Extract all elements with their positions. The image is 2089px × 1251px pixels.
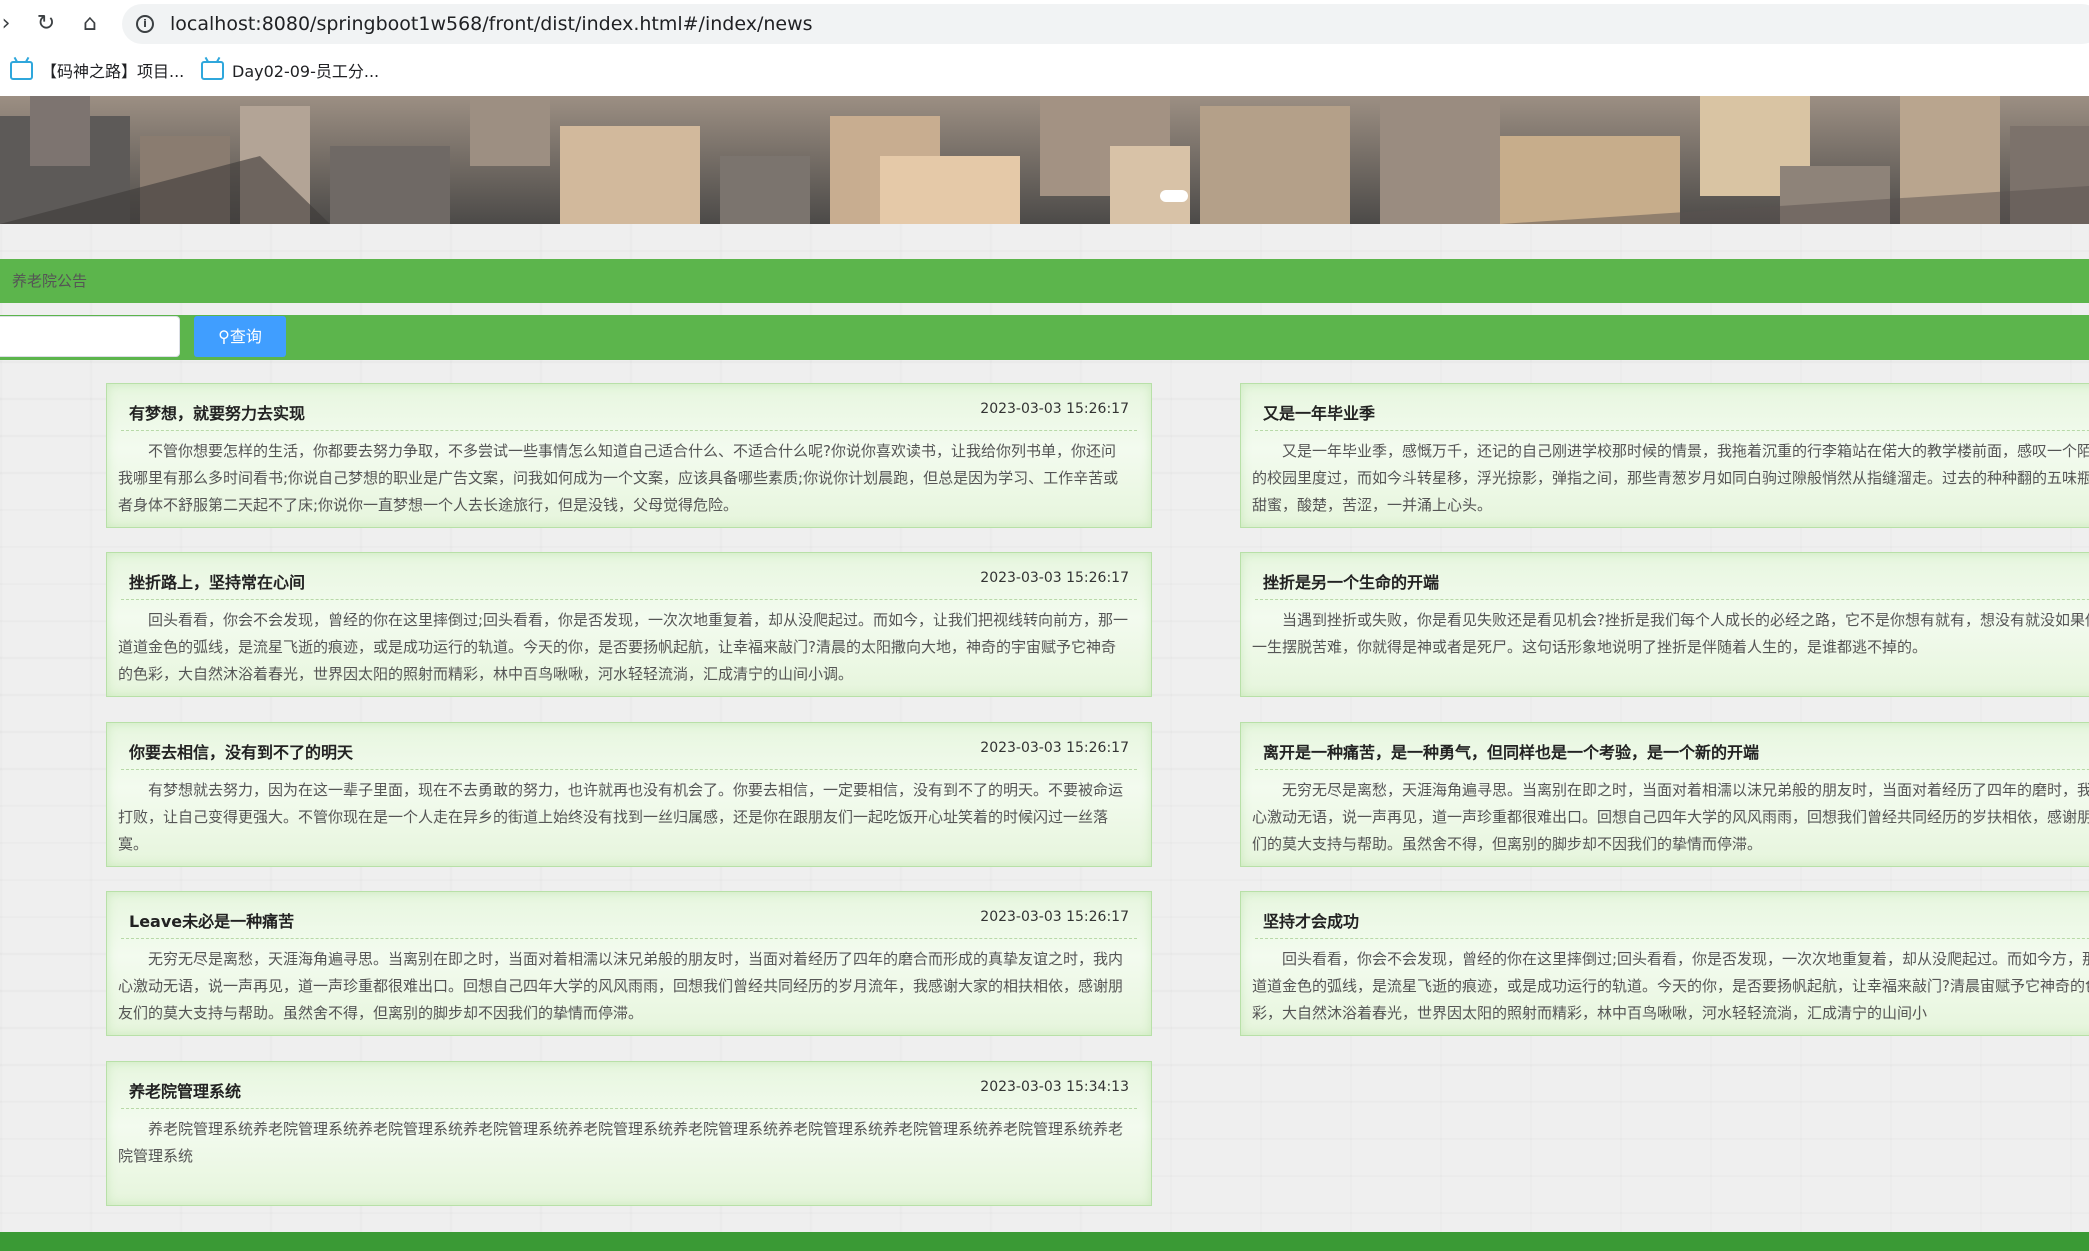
info-icon[interactable]: i	[136, 15, 154, 33]
bookmark-label: 【码神之路】项目...	[41, 62, 185, 81]
news-card[interactable]: 挫折是另一个生命的开端 当遇到挫折或失败，你是看见失败还是看见机会?挫折是我们每…	[1240, 552, 2089, 697]
browser-toolbar: › ↻ ⌂ i localhost:8080/springboot1w568/f…	[0, 0, 2089, 48]
back-icon[interactable]: ›	[0, 10, 20, 38]
search-button-label: 查询	[229, 327, 262, 346]
bilibili-icon	[10, 61, 33, 80]
news-content: 回头看看，你会不会发现，曾经的你在这里摔倒过;回头看看，你是否发现，一次次地重复…	[1252, 950, 2089, 1022]
news-title[interactable]: 挫折是另一个生命的开端	[1263, 569, 1439, 593]
divider	[121, 1108, 1137, 1109]
divider	[1255, 938, 2089, 939]
bilibili-icon	[201, 61, 224, 80]
address-bar[interactable]: i localhost:8080/springboot1w568/front/d…	[122, 4, 2089, 44]
news-content: 又是一年毕业季，感慨万千，还记的自己刚进学校那时候的情景，我拖着沉重的行李箱站在…	[1252, 442, 2089, 514]
news-time: 2023-03-03 15:26:17	[980, 740, 1129, 756]
news-card[interactable]: 又是一年毕业季 又是一年毕业季，感慨万千，还记的自己刚进学校那时候的情景，我拖着…	[1240, 383, 2089, 528]
bookmark-item[interactable]: Day02-09-员工分...	[201, 58, 379, 86]
news-time: 2023-03-03 15:26:17	[980, 909, 1129, 925]
divider	[121, 430, 1137, 431]
banner-carousel[interactable]	[0, 96, 2089, 224]
breadcrumb: 养老院公告	[0, 259, 2089, 303]
news-card[interactable]: 有梦想，就要努力去实现 2023-03-03 15:26:17 不管你想要怎样的…	[106, 383, 1152, 528]
news-card[interactable]: 离开是一种痛苦，是一种勇气，但同样也是一个考验，是一个新的开端 无穷无尽是离愁，…	[1240, 722, 2089, 867]
bookmarks-bar: 【码神之路】项目... Day02-09-员工分...	[0, 48, 2089, 97]
city-skyline-image	[0, 96, 2089, 224]
url-text[interactable]: localhost:8080/springboot1w568/front/dis…	[170, 13, 813, 35]
news-card[interactable]: Leave未必是一种痛苦 2023-03-03 15:26:17 无穷无尽是离愁…	[106, 891, 1152, 1036]
news-card[interactable]: 坚持才会成功 回头看看，你会不会发现，曾经的你在这里摔倒过;回头看看，你是否发现…	[1240, 891, 2089, 1036]
search-input[interactable]	[0, 316, 180, 357]
news-content: 有梦想就去努力，因为在这一辈子里面，现在不去勇敢的努力，也许就再也没有机会了。你…	[118, 781, 1124, 853]
news-title[interactable]: 你要去相信，没有到不了的明天	[129, 739, 353, 763]
news-content: 回头看看，你会不会发现，曾经的你在这里摔倒过;回头看看，你是否发现，一次次地重复…	[118, 611, 1129, 683]
footer-bar	[0, 1232, 2089, 1251]
news-title[interactable]: 又是一年毕业季	[1263, 400, 1375, 424]
breadcrumb-item[interactable]: 养老院公告	[12, 270, 87, 291]
carousel-indicator[interactable]	[1160, 190, 1188, 202]
news-content: 无穷无尽是离愁，天涯海角遍寻思。当离别在即之时，当面对着相濡以沫兄弟般的朋友时，…	[118, 950, 1124, 1022]
news-time: 2023-03-03 15:34:13	[980, 1079, 1129, 1095]
news-title[interactable]: 坚持才会成功	[1263, 908, 1359, 932]
search-button[interactable]: ⚲查询	[194, 316, 286, 357]
news-card[interactable]: 你要去相信，没有到不了的明天 2023-03-03 15:26:17 有梦想就去…	[106, 722, 1152, 867]
news-time: 2023-03-03 15:26:17	[980, 570, 1129, 586]
reload-icon[interactable]: ↻	[32, 10, 60, 38]
bookmark-label: Day02-09-员工分...	[232, 62, 380, 81]
news-content: 无穷无尽是离愁，天涯海角遍寻思。当离别在即之时，当面对着相濡以沫兄弟般的朋友时，…	[1252, 781, 2089, 853]
divider	[1255, 599, 2089, 600]
news-title[interactable]: 离开是一种痛苦，是一种勇气，但同样也是一个考验，是一个新的开端	[1263, 739, 1759, 763]
news-card[interactable]: 养老院管理系统 2023-03-03 15:34:13 养老院管理系统养老院管理…	[106, 1061, 1152, 1206]
news-title[interactable]: 养老院管理系统	[129, 1078, 241, 1102]
divider	[1255, 430, 2089, 431]
news-title[interactable]: 有梦想，就要努力去实现	[129, 400, 305, 424]
news-content: 当遇到挫折或失败，你是看见失败还是看见机会?挫折是我们每个人成长的必经之路，它不…	[1252, 611, 2089, 656]
search-bar	[0, 315, 2089, 360]
divider	[121, 938, 1137, 939]
news-card[interactable]: 挫折路上，坚持常在心间 2023-03-03 15:26:17 回头看看，你会不…	[106, 552, 1152, 697]
bookmark-item[interactable]: 【码神之路】项目...	[10, 58, 184, 86]
news-time: 2023-03-03 15:26:17	[980, 401, 1129, 417]
home-icon[interactable]: ⌂	[76, 10, 104, 38]
news-content: 不管你想要怎样的生活，你都要去努力争取，不多尝试一些事情怎么知道自己适合什么、不…	[118, 442, 1119, 514]
news-title[interactable]: 挫折路上，坚持常在心间	[129, 569, 305, 593]
search-icon: ⚲	[218, 327, 230, 346]
news-title[interactable]: Leave未必是一种痛苦	[129, 908, 294, 932]
divider	[121, 599, 1137, 600]
divider	[1255, 769, 2089, 770]
divider	[121, 769, 1137, 770]
news-content: 养老院管理系统养老院管理系统养老院管理系统养老院管理系统养老院管理系统养老院管理…	[118, 1120, 1124, 1165]
